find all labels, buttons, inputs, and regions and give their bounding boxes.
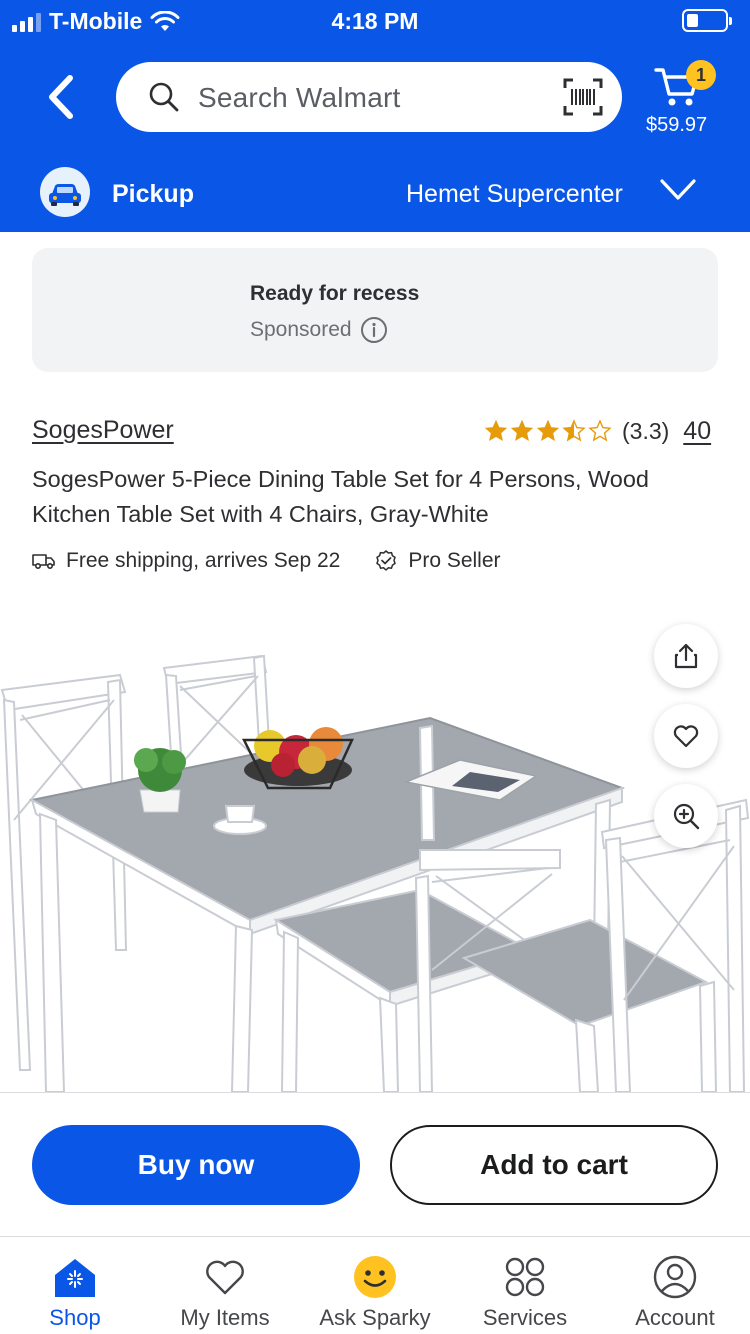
truck-icon: [32, 554, 55, 570]
star-rating: [484, 419, 612, 443]
app-header: T-Mobile 4:18 PM Search Walmart 1 $59.97…: [0, 0, 750, 232]
star-full-icon: [536, 419, 560, 442]
star-full-icon: [484, 419, 508, 442]
purchase-action-bar: Buy now Add to cart: [0, 1092, 750, 1236]
pro-seller-text: Pro Seller: [408, 549, 501, 572]
nav-label: Ask Sparky: [319, 1305, 431, 1330]
account-icon: [653, 1255, 697, 1299]
product-badges: Free shipping, arrives Sep 22 Pro Seller: [32, 546, 501, 576]
zoom-in-icon: [673, 803, 700, 830]
brand-link[interactable]: SogesPower: [32, 416, 174, 445]
share-icon: [674, 643, 698, 669]
star-empty-icon: [588, 419, 612, 442]
store-name: Hemet Supercenter: [406, 180, 623, 208]
nav-item-services[interactable]: Services: [450, 1237, 600, 1334]
services-icon: [505, 1257, 545, 1297]
heart-icon: [206, 1260, 244, 1295]
bottom-nav: Shop My Items Ask Sparky Services Accoun…: [0, 1236, 750, 1334]
status-bar: T-Mobile 4:18 PM: [0, 0, 750, 42]
buy-now-button[interactable]: Buy now: [32, 1125, 360, 1205]
star-full-icon: [510, 419, 534, 442]
dining-set-illustration: [0, 654, 750, 1092]
search-icon: [149, 82, 179, 112]
battery-icon: [682, 9, 732, 32]
cart-total: $59.97: [646, 114, 708, 136]
heart-icon: [673, 725, 699, 748]
product-title: SogesPower 5-Piece Dining Table Set for …: [32, 466, 650, 527]
nav-label: My Items: [180, 1305, 270, 1330]
sparky-icon: [354, 1256, 396, 1298]
fulfillment-selector[interactable]: Pickup Hemet Supercenter: [0, 160, 750, 230]
rating-summary[interactable]: (3.3) 40: [484, 416, 711, 446]
nav-item-shop[interactable]: Shop: [0, 1237, 150, 1334]
nav-label: Services: [482, 1305, 568, 1330]
zoom-button[interactable]: [654, 784, 718, 848]
nav-item-my-items[interactable]: My Items: [150, 1237, 300, 1334]
nav-item-ask-sparky[interactable]: Ask Sparky: [300, 1237, 450, 1334]
verified-check-icon: [376, 550, 397, 571]
nav-label: Account: [635, 1305, 715, 1330]
nav-label: Shop: [49, 1305, 101, 1330]
chevron-down-icon: [660, 179, 696, 200]
back-arrow-icon[interactable]: [40, 72, 84, 122]
shipping-text: Free shipping, arrives Sep 22: [66, 549, 341, 572]
nav-item-account[interactable]: Account: [600, 1237, 750, 1334]
search-bar[interactable]: Search Walmart: [116, 62, 622, 132]
cart-button[interactable]: 1 $59.97: [646, 60, 726, 140]
status-time: 4:18 PM: [331, 8, 419, 34]
sponsored-banner[interactable]: Ready for recess Sponsored: [32, 248, 718, 372]
shipping-badge: Free shipping, arrives Sep 22: [32, 549, 340, 573]
star-half-icon: [562, 419, 586, 442]
barcode-scan-icon[interactable]: [562, 76, 604, 118]
add-to-cart-button[interactable]: Add to cart: [390, 1125, 718, 1205]
pro-seller-badge: Pro Seller: [374, 549, 501, 573]
pickup-car-icon: [40, 167, 90, 217]
favorite-button[interactable]: [654, 704, 718, 768]
share-button[interactable]: [654, 624, 718, 688]
product-image[interactable]: [0, 620, 750, 1092]
pickup-label: Pickup: [112, 180, 194, 208]
sponsored-label-row: Sponsored: [250, 316, 388, 344]
sponsored-label: Sponsored: [250, 318, 352, 341]
cart-count-badge: 1: [686, 60, 716, 90]
shop-icon: [55, 1259, 95, 1297]
sponsored-title: Ready for recess: [250, 282, 420, 305]
info-icon[interactable]: [360, 316, 388, 344]
rating-value: (3.3): [622, 417, 670, 444]
review-count-link[interactable]: 40: [683, 417, 711, 446]
search-input[interactable]: Search Walmart: [198, 82, 400, 114]
